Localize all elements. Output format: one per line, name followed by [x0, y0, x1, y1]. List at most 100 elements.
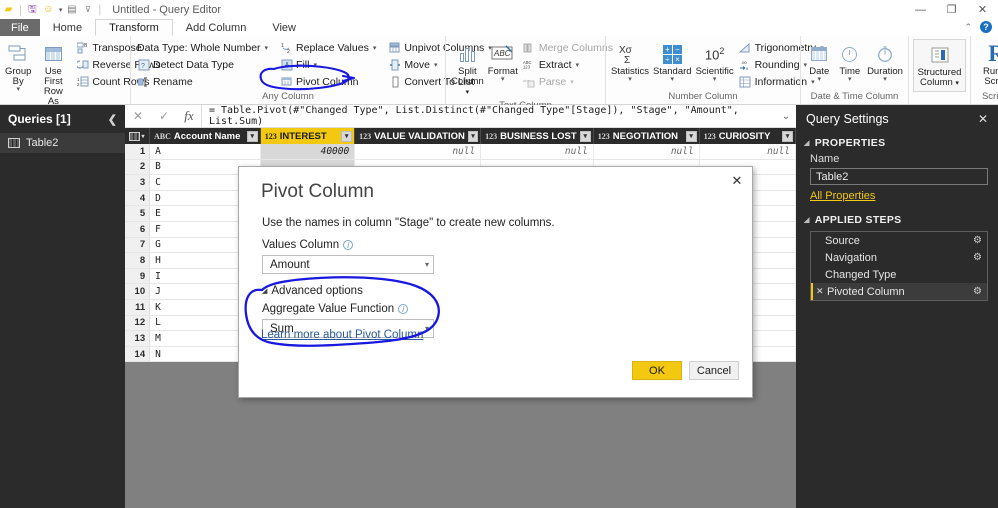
standard-button[interactable]: + − ÷ × Standard ▾	[652, 39, 693, 85]
query-item-table2[interactable]: Table2	[0, 133, 125, 153]
applied-step-navigation[interactable]: Navigation ⚙	[811, 249, 987, 266]
ok-button[interactable]: OK	[632, 361, 682, 380]
standard-caret-icon[interactable]: ▾	[671, 76, 675, 83]
format-button[interactable]: ABC Format ▾	[487, 39, 519, 85]
applied-step-pivoted-column[interactable]: ✕ Pivoted Column ⚙	[811, 283, 987, 300]
tab-view[interactable]: View	[259, 19, 309, 36]
column-filter-icon[interactable]: ▾	[685, 130, 697, 142]
refresh-preview-icon[interactable]: ▤	[65, 3, 78, 16]
fx-icon[interactable]: fx	[177, 108, 201, 124]
parse-caret-icon[interactable]: ▾	[570, 78, 574, 86]
cell-business-lost[interactable]: null	[481, 144, 594, 159]
collapse-ribbon-icon[interactable]: ⌃	[964, 22, 972, 33]
column-filter-icon[interactable]: ▾	[467, 130, 479, 142]
dialog-close-icon[interactable]: ✕	[728, 172, 746, 190]
group-by-button[interactable]: Group By ▾	[4, 39, 32, 95]
time-button[interactable]: Time ▾	[836, 39, 865, 85]
time-caret-icon[interactable]: ▾	[848, 76, 852, 83]
query-name-input[interactable]: Table2	[810, 168, 988, 185]
cell-negotiation[interactable]: null	[594, 144, 700, 159]
column-filter-icon[interactable]: ▾	[341, 130, 353, 142]
column-filter-icon[interactable]: ▾	[781, 130, 793, 142]
column-filter-icon[interactable]: ▾	[246, 130, 258, 142]
group-by-caret-icon[interactable]: ▾	[16, 86, 20, 93]
column-filter-icon[interactable]: ▾	[579, 130, 591, 142]
statistics-caret-icon[interactable]: ▾	[628, 76, 632, 83]
scientific-button[interactable]: 102 Scientific ▾	[695, 39, 735, 85]
replace-values-button[interactable]: 12 Replace Values ▾	[278, 40, 380, 56]
chevron-down-icon[interactable]: ▾	[425, 260, 429, 269]
column-header-interest[interactable]: 123 INTEREST ▾	[260, 128, 356, 144]
run-r-script-button[interactable]: R Run R Script	[975, 39, 998, 89]
scientific-caret-icon[interactable]: ▾	[713, 76, 717, 83]
column-header-value-validation[interactable]: 123 VALUE VALIDATION ▾	[355, 128, 482, 144]
fill-caret-icon[interactable]: ▾	[313, 61, 317, 69]
formula-expand-icon[interactable]: ⌄	[776, 111, 796, 122]
info-icon[interactable]: i	[343, 240, 354, 250]
chevron-down-icon[interactable]: ▾	[425, 324, 429, 333]
customize-qat-icon[interactable]: ⊽	[81, 3, 94, 16]
emoji-smiley-icon[interactable]: ☺	[42, 3, 55, 16]
cell-curiosity[interactable]: null	[700, 144, 796, 159]
applied-step-changed-type[interactable]: Changed Type	[811, 266, 987, 283]
data-type-caret-icon[interactable]: ▾	[265, 44, 269, 52]
grid-corner-caret-icon[interactable]: ▾	[141, 133, 144, 140]
extract-button[interactable]: ABC 123 Extract ▾	[521, 57, 617, 73]
formula-input[interactable]: = Table.Pivot(#"Changed Type", List.Dist…	[201, 105, 776, 127]
close-query-settings-icon[interactable]: ✕	[978, 112, 988, 126]
applied-steps-section-header[interactable]: ◢ APPLIED STEPS	[796, 210, 998, 229]
select-all-columns-button[interactable]: ▾	[125, 128, 150, 144]
format-caret-icon[interactable]: ▾	[501, 76, 505, 83]
save-icon[interactable]: 🖫	[26, 3, 39, 16]
cell-interest[interactable]: 40000	[260, 144, 356, 159]
formula-cancel-icon[interactable]: ✕	[125, 105, 151, 127]
fill-button[interactable]: Fill ▾	[278, 57, 380, 73]
column-header-business-lost[interactable]: 123 BUSINESS LOST ▾	[481, 128, 594, 144]
merge-columns-button[interactable]: Merge Columns	[521, 40, 617, 56]
info-icon[interactable]: i	[398, 304, 409, 314]
date-button[interactable]: Date ▾	[805, 39, 834, 85]
all-properties-link[interactable]: All Properties	[796, 185, 998, 204]
properties-section-header[interactable]: ◢ PROPERTIES	[796, 133, 998, 152]
learn-more-link[interactable]: Learn more about Pivot Column	[261, 329, 423, 341]
close-button[interactable]: ✕	[967, 0, 998, 19]
smiley-caret-icon[interactable]: ▾	[59, 6, 63, 14]
cell-value-validation[interactable]: null	[355, 144, 482, 159]
advanced-options-toggle[interactable]: ◢ Advanced options	[262, 285, 363, 297]
structured-column-button[interactable]: Structured Column ▾	[913, 39, 966, 92]
help-icon[interactable]: ?	[980, 21, 992, 33]
gear-icon[interactable]: ⚙	[973, 252, 982, 263]
statistics-button[interactable]: Χσ Σ Statistics ▾	[610, 39, 650, 85]
tab-file[interactable]: File	[0, 19, 40, 36]
tab-transform[interactable]: Transform	[95, 19, 173, 36]
tab-home[interactable]: Home	[40, 19, 95, 36]
split-column-button[interactable]: Split Column ▾	[450, 39, 485, 100]
column-header-account-name[interactable]: ABC Account Name ▾	[150, 128, 261, 144]
replace-values-caret-icon[interactable]: ▾	[373, 44, 377, 52]
table-row[interactable]: 1 A 40000 null null null null	[125, 144, 796, 160]
formula-accept-icon[interactable]: ✓	[151, 105, 177, 127]
values-column-dropdown[interactable]: Amount ▾	[262, 255, 434, 274]
minimize-button[interactable]: —	[905, 0, 936, 19]
extract-caret-icon[interactable]: ▾	[576, 61, 580, 69]
cancel-button[interactable]: Cancel	[689, 361, 739, 380]
gear-icon[interactable]: ⚙	[973, 286, 982, 297]
gear-icon[interactable]: ⚙	[973, 235, 982, 246]
cell-account-name[interactable]: A	[150, 144, 261, 159]
column-header-negotiation[interactable]: 123 NEGOTIATION ▾	[594, 128, 700, 144]
delete-step-icon[interactable]: ✕	[816, 286, 827, 297]
date-caret-icon[interactable]: ▾	[818, 76, 822, 83]
collapse-queries-pane-icon[interactable]: ❮	[108, 113, 117, 126]
move-caret-icon[interactable]: ▾	[434, 61, 438, 69]
detect-data-type-button[interactable]: ? Detect Data Type	[135, 57, 272, 73]
parse-button[interactable]: abc Parse ▾	[521, 74, 617, 90]
applied-step-source[interactable]: Source ⚙	[811, 232, 987, 249]
pivot-column-button[interactable]: Pivot Column	[278, 74, 380, 90]
duration-button[interactable]: Duration ▾	[866, 39, 904, 85]
data-type-button[interactable]: Data Type: Whole Number ▾	[135, 40, 272, 56]
maximize-button[interactable]: ❐	[936, 0, 967, 19]
tab-add-column[interactable]: Add Column	[173, 19, 260, 36]
duration-caret-icon[interactable]: ▾	[883, 76, 887, 83]
rename-button[interactable]: Rename	[135, 74, 272, 90]
column-header-curiosity[interactable]: 123 CURIOSITY ▾	[700, 128, 796, 144]
